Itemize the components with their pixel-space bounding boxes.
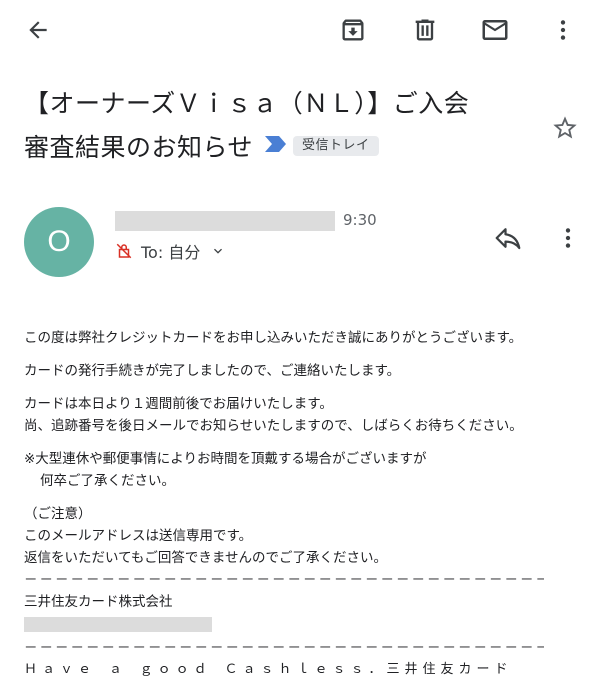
no-encryption-icon: [115, 242, 133, 260]
recipient-label: To: 自分: [141, 243, 201, 262]
more-options-button[interactable]: [543, 10, 583, 50]
envelope-icon: [482, 20, 508, 40]
subject-line-2-text: 審査結果のお知らせ: [24, 133, 254, 162]
body-paragraph: このメールアドレスは送信専用です。: [24, 528, 253, 544]
star-outline-icon: [553, 116, 577, 139]
inbox-label-chip[interactable]: 受信トレイ: [293, 136, 379, 156]
redacted-text: [24, 617, 212, 632]
separator-line: －－－－－－－－－－－－－－－－－－－－－－－－－－－－－－－－－－－－: [24, 640, 544, 656]
arrow-back-icon: [29, 21, 47, 39]
delete-button[interactable]: [405, 10, 445, 50]
body-paragraph: 何卒ご了承ください。: [40, 473, 175, 489]
chevron-down-icon: [210, 243, 226, 259]
footer-slogan: Ｈａｖｅ ａ ｇｏｏｄ Ｃａｓｈｌｅｓｓ．三井住友カード: [24, 662, 513, 677]
recipient-details-toggle[interactable]: To: 自分: [115, 239, 226, 263]
sender-name-redacted: [115, 211, 335, 231]
sender-avatar[interactable]: O: [24, 207, 94, 277]
body-paragraph: ※大型連休や郵便事情によりお時間を頂戴する場合がございますが: [24, 451, 427, 467]
email-subject: 【オーナーズＶｉｓａ（ＮＬ）】ご入会 審査結果のお知らせ 受信トレイ: [24, 82, 534, 171]
subject-line-2: 審査結果のお知らせ 受信トレイ: [24, 126, 534, 171]
reply-button[interactable]: [486, 216, 530, 260]
body-paragraph: 返信をいただいてもご回答できませんのでご了承ください。: [24, 550, 388, 566]
subject-line-1: 【オーナーズＶｉｓａ（ＮＬ）】ご入会: [24, 89, 470, 118]
body-paragraph: カードの発行手続きが完了しましたので、ご連絡いたします。: [24, 363, 401, 379]
body-paragraph: （ご注意）: [24, 506, 92, 522]
body-paragraph: 尚、追跡番号を後日メールでお知らせいたしますので、しばらくお待ちください。: [24, 418, 523, 434]
mark-unread-button[interactable]: [475, 10, 515, 50]
trash-icon: [415, 19, 435, 41]
more-vert-icon: [565, 228, 571, 248]
body-paragraph: この度は弊社クレジットカードをお申し込みいただき誠にありがとうございます。: [24, 330, 523, 346]
important-marker-icon[interactable]: [263, 124, 289, 168]
avatar-letter: O: [47, 225, 71, 258]
reply-icon: [495, 228, 521, 250]
more-vert-icon: [560, 20, 566, 40]
archive-button[interactable]: [333, 10, 373, 50]
message-time: 9:30: [343, 211, 377, 229]
body-paragraph: カードは本日より１週間前後でお届けいたします。: [24, 396, 333, 412]
back-button[interactable]: [18, 10, 58, 50]
email-body: この度は弊社クレジットカードをお申し込みいただき誠にありがとうございます。 カー…: [24, 327, 584, 681]
top-toolbar: [0, 0, 600, 60]
company-name: 三井住友カード株式会社: [24, 594, 173, 610]
star-button[interactable]: [545, 108, 585, 148]
separator-line: －－－－－－－－－－－－－－－－－－－－－－－－－－－－－－－－－－－－: [24, 572, 544, 588]
message-more-button[interactable]: [550, 216, 586, 260]
archive-icon: [342, 19, 364, 41]
